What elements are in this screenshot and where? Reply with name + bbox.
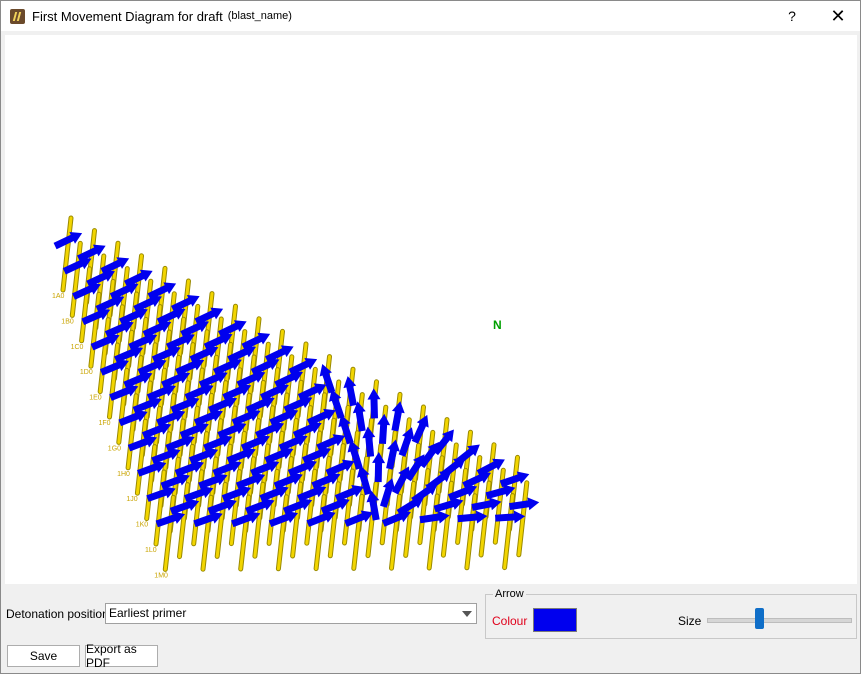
- hole-label: 1M0: [154, 572, 168, 579]
- arrow-group-title: Arrow: [493, 588, 526, 600]
- size-slider-track[interactable]: [707, 618, 852, 623]
- colour-swatch-button[interactable]: [533, 608, 577, 632]
- hole-label: 1E0: [89, 395, 102, 402]
- size-slider-handle[interactable]: [755, 608, 764, 629]
- hole-label: 1B0: [61, 318, 74, 325]
- size-label: Size: [678, 614, 702, 628]
- arrow-shape: [377, 413, 391, 444]
- movement-diagram: 1A0 1B0 1C0 1D0 1E0 1F0 1G0 1H0 1J0 1K0 1L0 1M0 N: [52, 215, 540, 579]
- hole-label: 1J0: [126, 496, 137, 503]
- window-title: First Movement Diagram for draft: [32, 8, 223, 24]
- blast-hole-core: [456, 468, 468, 544]
- hole-label: 1G0: [108, 445, 121, 452]
- detonation-position-value: Earliest primer: [109, 606, 187, 620]
- movement-diagram-canvas[interactable]: 1A0 1B0 1C0 1D0 1E0 1F0 1G0 1H0 1J0 1K0 1L0 1M0 N: [5, 35, 857, 584]
- app-logo-icon: [10, 8, 25, 24]
- export-pdf-button[interactable]: Export as PDF: [85, 642, 158, 670]
- arrow-shape: [372, 452, 386, 483]
- movement-arrow: [391, 401, 405, 432]
- movement-arrow: [377, 413, 391, 444]
- hole-label: 1C0: [71, 344, 84, 351]
- blast-hole-core: [61, 216, 73, 292]
- detonation-position-label: Detonation position: [6, 607, 109, 621]
- blast-hole-core: [343, 469, 354, 545]
- window-subtitle: (blast_name): [227, 10, 292, 22]
- blast-hole-core: [80, 267, 92, 343]
- hole-label: 1H0: [117, 471, 130, 478]
- colour-label: Colour: [492, 614, 528, 628]
- arrow-shape: [343, 376, 357, 407]
- close-button[interactable]: ✕: [815, 1, 861, 31]
- blast-hole-core: [89, 292, 101, 368]
- hole-label: 1L0: [145, 547, 157, 554]
- hole-label: 1F0: [99, 420, 111, 427]
- title-bar[interactable]: First Movement Diagram for draft (blast_…: [1, 1, 860, 31]
- hole-label: 1K0: [136, 522, 149, 529]
- blast-hole-core: [352, 494, 364, 570]
- dialog-window: First Movement Diagram for draft (blast_…: [0, 0, 861, 674]
- blast-hole-core: [390, 494, 401, 570]
- north-indicator: N: [493, 318, 502, 332]
- save-button[interactable]: Save: [7, 645, 80, 667]
- help-button[interactable]: ?: [769, 1, 815, 31]
- hole-label: 1D0: [80, 369, 93, 376]
- blast-hole-core: [404, 481, 416, 557]
- movement-arrow: [367, 388, 381, 419]
- blast-hole-core: [418, 469, 430, 545]
- arrow-shape: [391, 401, 405, 432]
- detonation-position-select[interactable]: Earliest primer: [105, 603, 477, 624]
- movement-arrow: [343, 376, 357, 407]
- chevron-down-icon[interactable]: [462, 611, 472, 617]
- arrow-shape: [367, 388, 381, 419]
- movement-arrow: [372, 452, 386, 483]
- blast-hole-core: [70, 241, 82, 317]
- hole-label: 1A0: [52, 293, 65, 300]
